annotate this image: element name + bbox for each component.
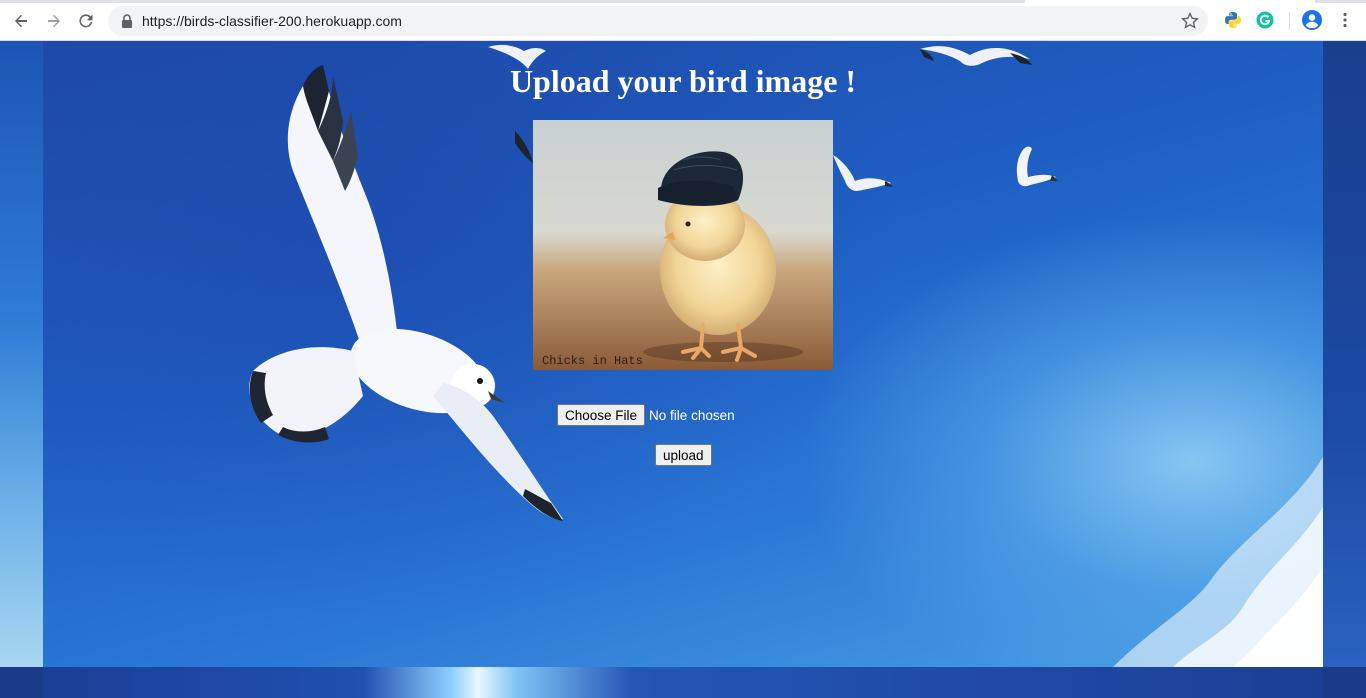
preview-caption: Chicks in Hats: [542, 354, 643, 368]
seagull-illustration: [249, 65, 563, 521]
flying-bird-3: [833, 155, 893, 191]
cloud-decoration: [1113, 457, 1323, 667]
flying-bird-2: [1016, 146, 1058, 187]
reload-icon: [79, 14, 93, 28]
back-button[interactable]: [9, 9, 33, 33]
back-icon: [15, 14, 27, 28]
more-menu-icon[interactable]: [1336, 11, 1354, 29]
forward-icon: [48, 14, 60, 28]
url-text: https://birds-classifier-200.herokuapp.c…: [142, 13, 402, 29]
uploaded-image-preview: Chicks in Hats: [533, 120, 833, 370]
tab-strip: [0, 0, 1366, 3]
choose-file-button[interactable]: Choose File: [557, 404, 646, 426]
page-title: Upload your bird image !: [509, 63, 857, 99]
forward-button[interactable]: [42, 9, 66, 33]
upload-button[interactable]: upload: [655, 444, 712, 466]
flying-bird-5: [515, 131, 533, 163]
background-right-edge: [1323, 41, 1366, 667]
active-tab-edge[interactable]: [1025, 0, 1315, 3]
footer-left-edge: [0, 667, 43, 698]
footer-right-edge: [1323, 667, 1366, 698]
footer-light-strip: [43, 667, 1323, 698]
file-input[interactable]: Choose File No file chosen: [557, 404, 735, 426]
address-bar[interactable]: https://birds-classifier-200.herokuapp.c…: [108, 6, 1208, 36]
bookmark-star-icon[interactable]: [1180, 11, 1200, 31]
browser-toolbar: https://birds-classifier-200.herokuapp.c…: [0, 0, 1366, 41]
lock-icon: [122, 14, 132, 28]
toolbar-separator: [1289, 12, 1290, 30]
python-extension-icon[interactable]: [1224, 11, 1242, 29]
profile-avatar-icon[interactable]: [1302, 10, 1322, 30]
chick-photo: [533, 120, 833, 370]
grammarly-extension-icon[interactable]: [1256, 11, 1274, 29]
file-status-text: No file chosen: [649, 407, 735, 423]
page-body: Upload your bird image ! Chicks in Hats …: [0, 41, 1366, 698]
reload-button[interactable]: [74, 9, 98, 33]
background-left-edge: [0, 41, 43, 667]
